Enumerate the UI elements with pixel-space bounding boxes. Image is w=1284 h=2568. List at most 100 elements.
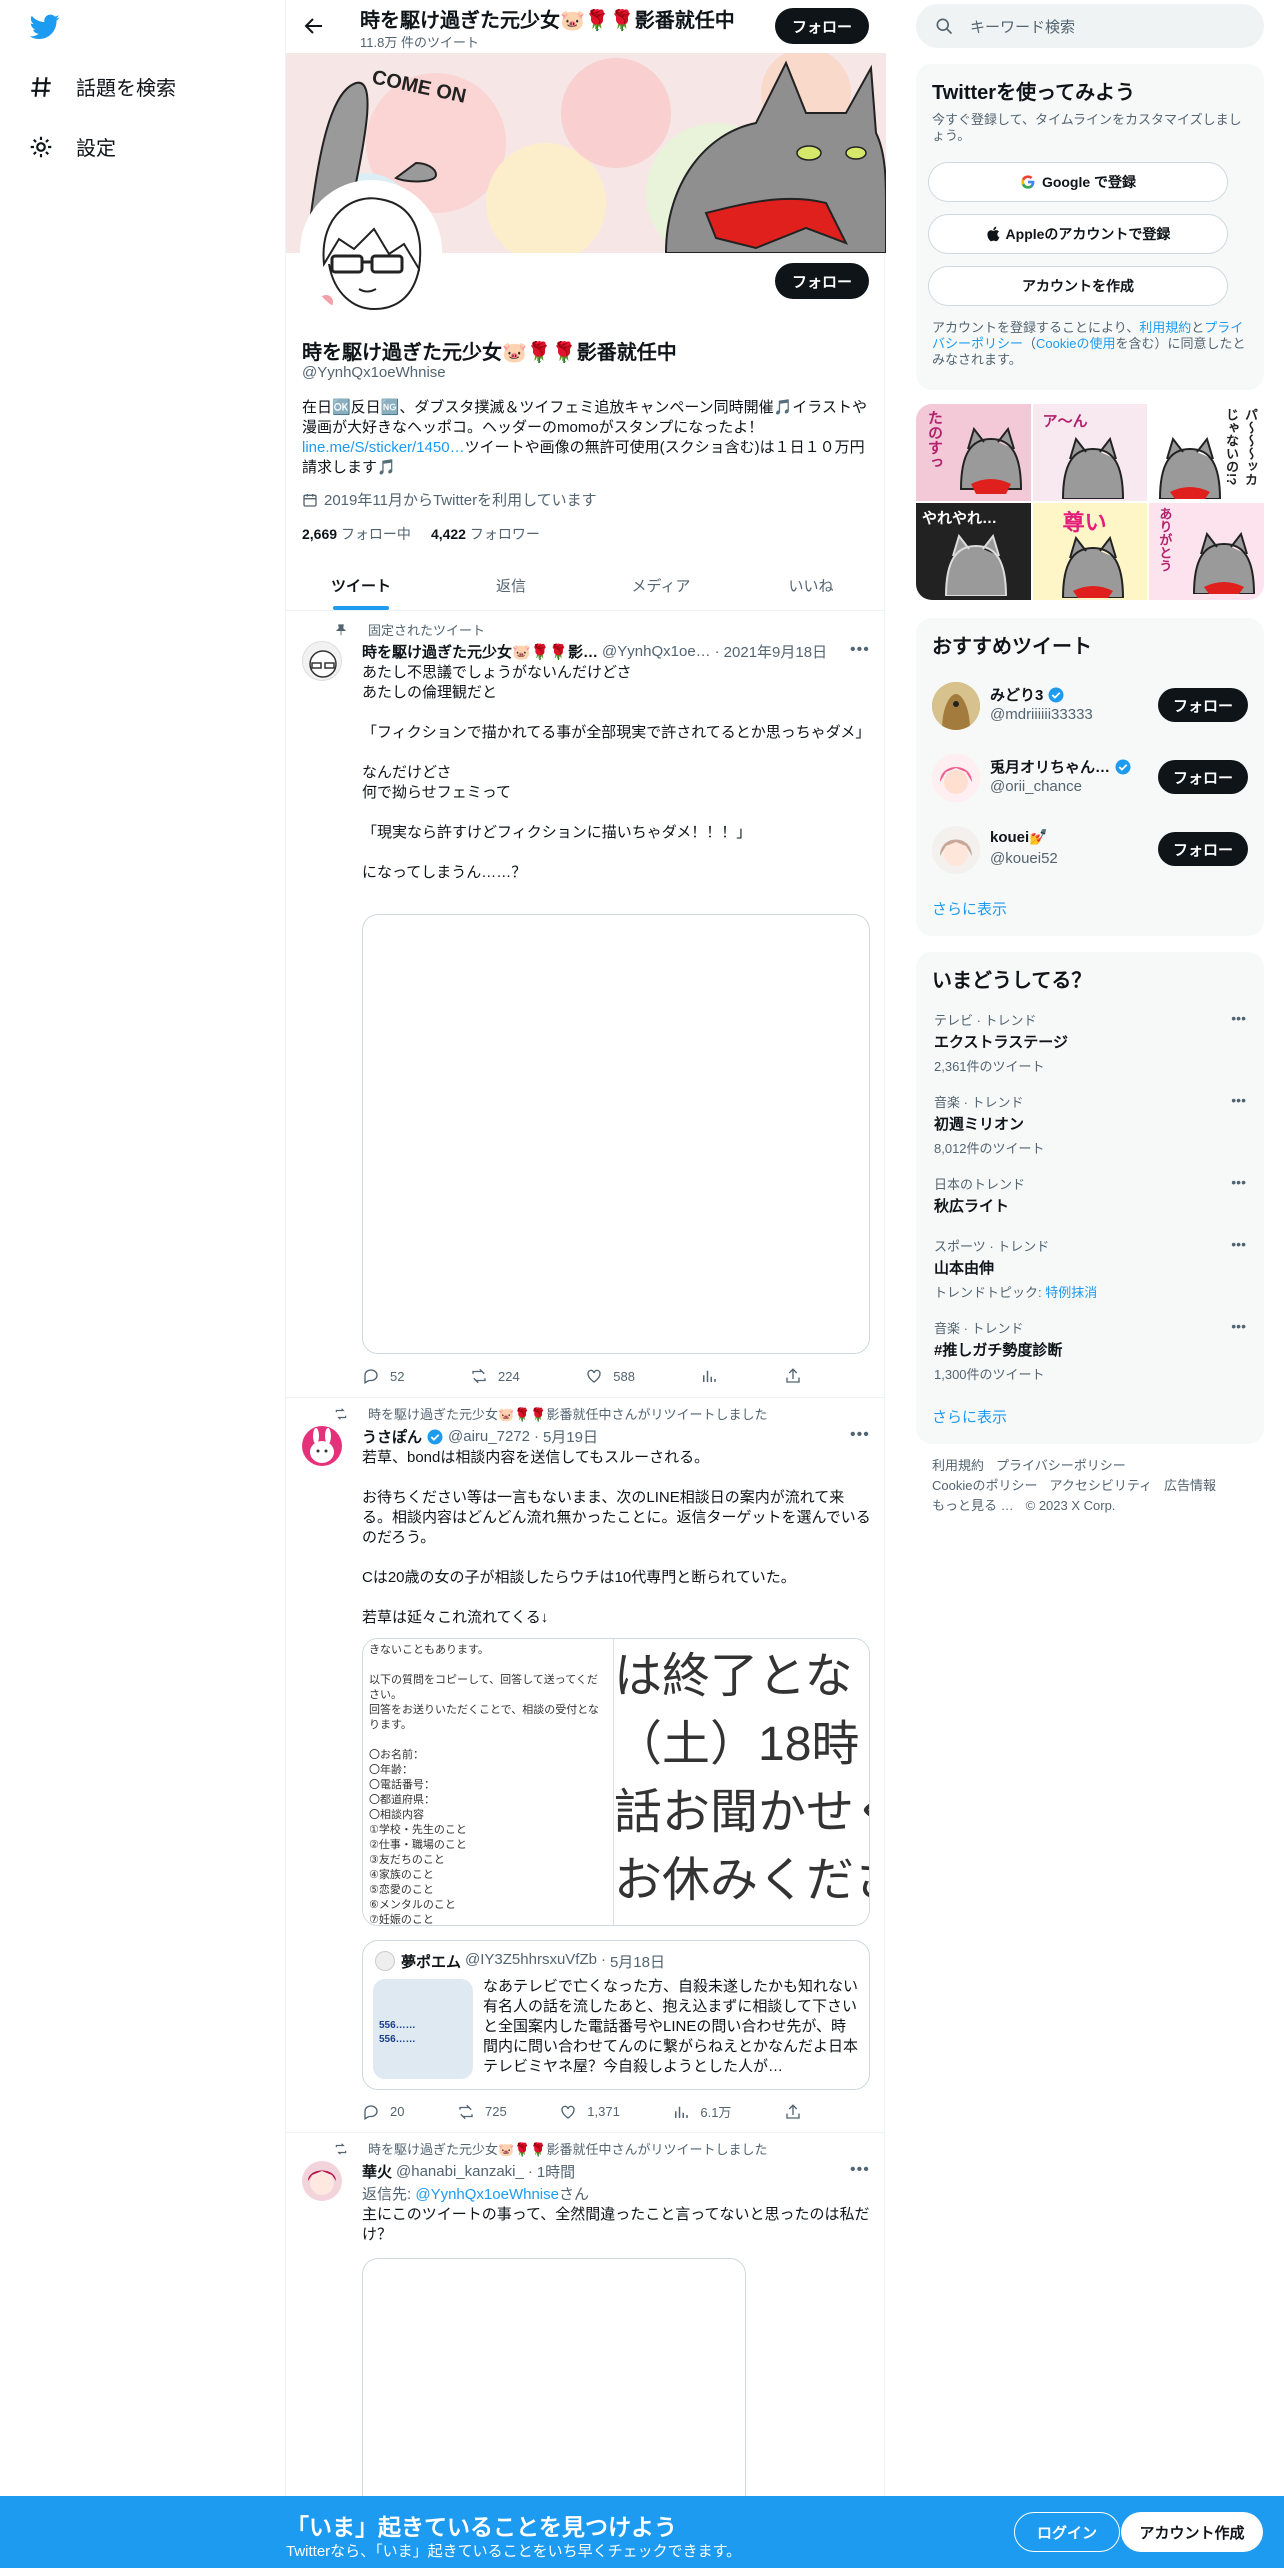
create-account-button[interactable]: アカウントを作成	[928, 266, 1228, 306]
tab-likes[interactable]: いいね	[736, 558, 886, 610]
avatar-illustration	[304, 184, 438, 318]
reply-button[interactable]: 52	[362, 1367, 404, 1385]
gear-icon	[30, 136, 52, 157]
trend-name: エクストラステージ	[934, 1034, 1068, 1051]
apple-icon	[986, 226, 999, 242]
rec-follow-button[interactable]: フォロー	[1158, 832, 1248, 866]
tab-tweets[interactable]: ツイート	[286, 558, 436, 610]
rec-follow-button[interactable]: フォロー	[1158, 688, 1248, 722]
tweet-media[interactable]: きないこともあります。 以下の質問をコピーして、回答して送ってください。 回答を…	[362, 1638, 870, 1926]
more-options-icon[interactable]: •••	[850, 2161, 870, 2179]
sticker-image[interactable]: やれやれ…	[916, 503, 1031, 600]
like-button[interactable]: 588	[585, 1367, 635, 1385]
sticker-image[interactable]: たのすっ	[916, 404, 1031, 501]
sticker-image[interactable]: 尊い	[1032, 503, 1148, 600]
recommended-user[interactable]: みどり3 @mdriiiiii33333 フォロー	[932, 674, 1248, 734]
avatar-illustration	[309, 650, 337, 678]
footer-more-link[interactable]: もっと見る …	[932, 1498, 1014, 1513]
tab-media[interactable]: メディア	[586, 558, 736, 610]
sticker-image[interactable]: パ〜〜〜ッカじゃないの!?	[1149, 404, 1264, 501]
trend-more-icon[interactable]: •••	[1231, 1318, 1246, 1334]
reply-icon	[364, 2104, 378, 2120]
google-signup-button[interactable]: Google で登録	[928, 162, 1228, 202]
media-image-right: は終了とな （土）18時 話お聞かせく お休みくださ	[614, 1639, 869, 1925]
trend-more-icon[interactable]: •••	[1231, 1092, 1246, 1108]
trend-name: 初週ミリオン	[934, 1116, 1025, 1133]
tweet-media[interactable]	[362, 914, 870, 1354]
retweet-icon	[472, 1368, 486, 1384]
terms-link[interactable]: 利用規約	[1139, 320, 1191, 335]
tweet-retweet-usapon[interactable]: 時を駆け過ぎた元少女🐷🌹🌹影番就任中さんがリツイートしました うさぽん @air…	[286, 1398, 886, 2133]
more-options-icon[interactable]: •••	[850, 1426, 870, 1444]
more-options-icon[interactable]: •••	[850, 641, 870, 659]
tweet-date[interactable]: 2021年9月18日	[724, 641, 827, 662]
trend-item[interactable]: 音楽 · トレンド 初週ミリオン 8,012件のツイート •••	[934, 1092, 1246, 1157]
nav-explore[interactable]: 話題を検索	[28, 72, 176, 101]
avatar[interactable]	[302, 2161, 342, 2201]
trend-count: 8,012件のツイート	[934, 1141, 1045, 1156]
quote-tweet[interactable]: 夢ポエム @IY3Z5hhrsxuVfZb · 5月18日 556…… 556……	[362, 1940, 870, 2090]
avatar[interactable]	[302, 1426, 342, 1466]
tweet-date[interactable]: 5月19日	[543, 1426, 598, 1447]
tweet-author-name[interactable]: 時を駆け過ぎた元少女🐷🌹🌹影…	[362, 641, 598, 662]
following-count: 2,669	[302, 526, 338, 542]
trend-more-icon[interactable]: •••	[1231, 1174, 1246, 1190]
footer-accessibility-link[interactable]: アクセシビリティ	[1049, 1478, 1152, 1493]
trend-item[interactable]: テレビ · トレンド エクストラステージ 2,361件のツイート •••	[934, 1010, 1246, 1075]
trend-more-icon[interactable]: •••	[1231, 1010, 1246, 1026]
tab-replies[interactable]: 返信	[436, 558, 586, 610]
trend-more-icon[interactable]: •••	[1231, 1236, 1246, 1252]
followers-link[interactable]: 4,422 フォロワー	[431, 524, 540, 544]
profile-follow-button[interactable]: フォロー	[775, 263, 869, 299]
analytics-button[interactable]	[700, 1367, 718, 1385]
back-arrow-icon[interactable]	[302, 14, 326, 38]
footer-terms-link[interactable]: 利用規約	[932, 1458, 984, 1473]
profile-avatar[interactable]	[300, 180, 442, 322]
search-input[interactable]: キーワード検索	[916, 4, 1264, 48]
footer-privacy-link[interactable]: プライバシーポリシー	[996, 1458, 1126, 1473]
avatar[interactable]	[302, 641, 342, 681]
rec-follow-button[interactable]: フォロー	[1158, 760, 1248, 794]
tweet-author-handle[interactable]: @YynhQx1oe…	[602, 643, 711, 660]
recommended-user[interactable]: kouei💅 @kouei52 フォロー	[932, 818, 1248, 878]
sticker-image[interactable]: ありがとう	[1149, 503, 1264, 600]
share-button[interactable]	[784, 1367, 802, 1385]
sticker-image[interactable]: ア〜ん	[1032, 404, 1148, 501]
cookie-link[interactable]: Cookieの使用	[1036, 336, 1115, 351]
recommended-user[interactable]: 兎月オリちゃん… @orii_chance フォロー	[932, 746, 1248, 806]
trend-item[interactable]: スポーツ · トレンド 山本由伸 トレンドトピック: 特例抹消 •••	[934, 1236, 1246, 1301]
tweet-pinned[interactable]: 固定されたツイート 時を駆け過ぎた元少女🐷🌹🌹影… @YynhQx1oe… · …	[286, 611, 886, 1398]
trend-item[interactable]: 音楽 · トレンド #推しガチ勢度診断 1,300件のツイート •••	[934, 1318, 1246, 1383]
rec-handle: @orii_chance	[990, 778, 1082, 795]
retweet-button[interactable]: 725	[457, 2102, 507, 2121]
bio-link[interactable]: line.me/S/sticker/1450…	[302, 439, 465, 456]
tweet-author-name[interactable]: うさぽん	[362, 1426, 422, 1447]
retweet-context: 時を駆け過ぎた元少女🐷🌹🌹影番就任中さんがリツイートしました	[334, 2139, 768, 2158]
signup-button[interactable]: アカウント作成	[1121, 2512, 1263, 2552]
footer-ads-link[interactable]: 広告情報	[1164, 1478, 1216, 1493]
trends-show-more-link[interactable]: さらに表示	[932, 1406, 1007, 1427]
apple-signup-button[interactable]: Appleのアカウントで登録	[928, 214, 1228, 254]
footer-cookie-link[interactable]: Cookieのポリシー	[932, 1478, 1037, 1493]
reply-to-handle[interactable]: @YynhQx1oeWhnise	[415, 2186, 559, 2203]
twitter-logo-icon[interactable]	[30, 14, 60, 40]
tweet-author-handle[interactable]: @airu_7272	[448, 1428, 530, 1445]
tweet-author-handle[interactable]: @hanabi_kanzaki_	[396, 2163, 524, 2180]
following-link[interactable]: 2,669 フォロー中	[302, 524, 411, 544]
like-button[interactable]: 1,371	[559, 2102, 620, 2121]
tweet-date[interactable]: 1時間	[537, 2161, 575, 2182]
bio-text-1: 在日🆗反日🆖、ダブスタ撲滅＆ツイフェミ追放キャンペーン同時開催🎵イラストや漫画が…	[302, 399, 867, 436]
retweet-button[interactable]: 224	[470, 1367, 520, 1385]
views-button[interactable]: 6.1万	[672, 2102, 731, 2121]
rec-show-more-link[interactable]: さらに表示	[932, 898, 1007, 919]
followers-label: フォロワー	[469, 526, 540, 542]
share-button[interactable]	[784, 2102, 802, 2121]
trend-item[interactable]: 日本のトレンド 秋広ライト •••	[934, 1174, 1246, 1216]
nav-settings[interactable]: 設定	[28, 132, 116, 161]
header-follow-button[interactable]: フォロー	[775, 8, 869, 44]
reply-button[interactable]: 20	[362, 2102, 404, 2121]
tweet-author-name[interactable]: 華火	[362, 2161, 392, 2182]
terms-text-2: と	[1191, 320, 1205, 335]
trend-topic-link[interactable]: 特例抹消	[1045, 1285, 1097, 1300]
login-button[interactable]: ログイン	[1014, 2512, 1120, 2552]
